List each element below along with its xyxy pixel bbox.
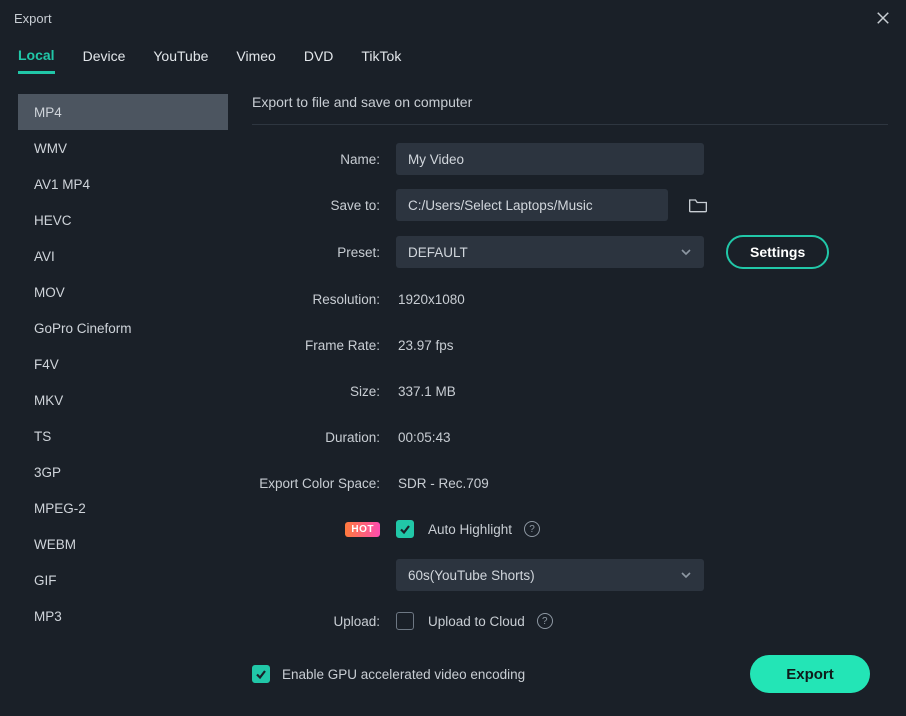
check-icon <box>255 668 267 680</box>
help-icon[interactable]: ? <box>524 521 540 537</box>
format-item[interactable]: WEBM <box>18 526 228 562</box>
format-item[interactable]: HEVC <box>18 202 228 238</box>
color-space-value: SDR - Rec.709 <box>396 476 489 491</box>
row-frame-rate: Frame Rate: 23.97 fps <box>252 329 888 361</box>
format-item[interactable]: TS <box>18 418 228 454</box>
browse-folder-button[interactable] <box>686 193 710 217</box>
upload-cloud-checkbox[interactable] <box>396 612 414 630</box>
main-heading: Export to file and save on computer <box>252 94 888 125</box>
tab-vimeo[interactable]: Vimeo <box>236 40 275 72</box>
label-preset: Preset: <box>252 245 396 260</box>
row-color-space: Export Color Space: SDR - Rec.709 <box>252 467 888 499</box>
export-window: Export Local Device YouTube Vimeo DVD Ti… <box>0 0 906 716</box>
tab-youtube[interactable]: YouTube <box>153 40 208 72</box>
gpu-label: Enable GPU accelerated video encoding <box>280 667 525 682</box>
format-item[interactable]: GoPro Cineform <box>18 310 228 346</box>
frame-rate-value: 23.97 fps <box>396 338 454 353</box>
preset-value: DEFAULT <box>408 245 468 260</box>
titlebar: Export <box>0 0 906 36</box>
upload-label: Upload to Cloud <box>426 614 525 629</box>
label-save-to: Save to: <box>252 198 396 213</box>
row-name: Name: <box>252 143 888 175</box>
window-title: Export <box>14 11 52 26</box>
format-item[interactable]: MP4 <box>18 94 228 130</box>
highlight-preset-value: 60s(YouTube Shorts) <box>408 568 535 583</box>
row-upload: Upload: Upload to Cloud ? <box>252 605 888 637</box>
format-item[interactable]: MPEG-2 <box>18 490 228 526</box>
form: Name: Save to: Preset: <box>252 143 888 637</box>
export-tabs: Local Device YouTube Vimeo DVD TikTok <box>0 36 906 76</box>
body: MP4 WMV AV1 MP4 HEVC AVI MOV GoPro Cinef… <box>0 76 906 716</box>
format-item[interactable]: 3GP <box>18 454 228 490</box>
label-frame-rate: Frame Rate: <box>252 338 396 353</box>
preset-select[interactable]: DEFAULT <box>396 236 704 268</box>
label-name: Name: <box>252 152 396 167</box>
auto-highlight-checkbox[interactable] <box>396 520 414 538</box>
format-item[interactable]: MKV <box>18 382 228 418</box>
row-highlight-preset: 60s(YouTube Shorts) <box>252 559 888 591</box>
format-sidebar: MP4 WMV AV1 MP4 HEVC AVI MOV GoPro Cinef… <box>18 94 228 704</box>
tab-local[interactable]: Local <box>18 39 55 74</box>
label-resolution: Resolution: <box>252 292 396 307</box>
folder-icon <box>688 196 708 214</box>
check-icon <box>399 523 411 535</box>
label-upload: Upload: <box>252 614 396 629</box>
tab-dvd[interactable]: DVD <box>304 40 334 72</box>
name-input[interactable] <box>396 143 704 175</box>
close-icon[interactable] <box>874 9 892 27</box>
tab-device[interactable]: Device <box>83 40 126 72</box>
gpu-checkbox[interactable] <box>252 665 270 683</box>
row-resolution: Resolution: 1920x1080 <box>252 283 888 315</box>
row-duration: Duration: 00:05:43 <box>252 421 888 453</box>
label-duration: Duration: <box>252 430 396 445</box>
label-color-space: Export Color Space: <box>252 476 396 491</box>
format-item[interactable]: WMV <box>18 130 228 166</box>
resolution-value: 1920x1080 <box>396 292 465 307</box>
size-value: 337.1 MB <box>396 384 456 399</box>
format-item[interactable]: AV1 MP4 <box>18 166 228 202</box>
highlight-preset-select[interactable]: 60s(YouTube Shorts) <box>396 559 704 591</box>
label-size: Size: <box>252 384 396 399</box>
format-item[interactable]: AVI <box>18 238 228 274</box>
format-item[interactable]: MOV <box>18 274 228 310</box>
row-preset: Preset: DEFAULT Settings <box>252 235 888 269</box>
chevron-down-icon <box>680 246 692 258</box>
duration-value: 00:05:43 <box>396 430 451 445</box>
auto-highlight-label: Auto Highlight <box>426 522 512 537</box>
settings-button[interactable]: Settings <box>726 235 829 269</box>
format-item[interactable]: F4V <box>18 346 228 382</box>
help-icon[interactable]: ? <box>537 613 553 629</box>
save-to-input[interactable] <box>396 189 668 221</box>
row-save-to: Save to: <box>252 189 888 221</box>
gpu-row: Enable GPU accelerated video encoding <box>252 665 525 683</box>
chevron-down-icon <box>680 569 692 581</box>
format-item[interactable]: GIF <box>18 562 228 598</box>
export-button[interactable]: Export <box>750 655 870 693</box>
footer: Enable GPU accelerated video encoding Ex… <box>252 644 888 704</box>
tab-tiktok[interactable]: TikTok <box>361 40 401 72</box>
hot-badge: HOT <box>345 522 380 537</box>
row-size: Size: 337.1 MB <box>252 375 888 407</box>
main-panel: Export to file and save on computer Name… <box>252 94 888 704</box>
format-item[interactable]: MP3 <box>18 598 228 634</box>
row-auto-highlight: HOT Auto Highlight ? <box>252 513 888 545</box>
